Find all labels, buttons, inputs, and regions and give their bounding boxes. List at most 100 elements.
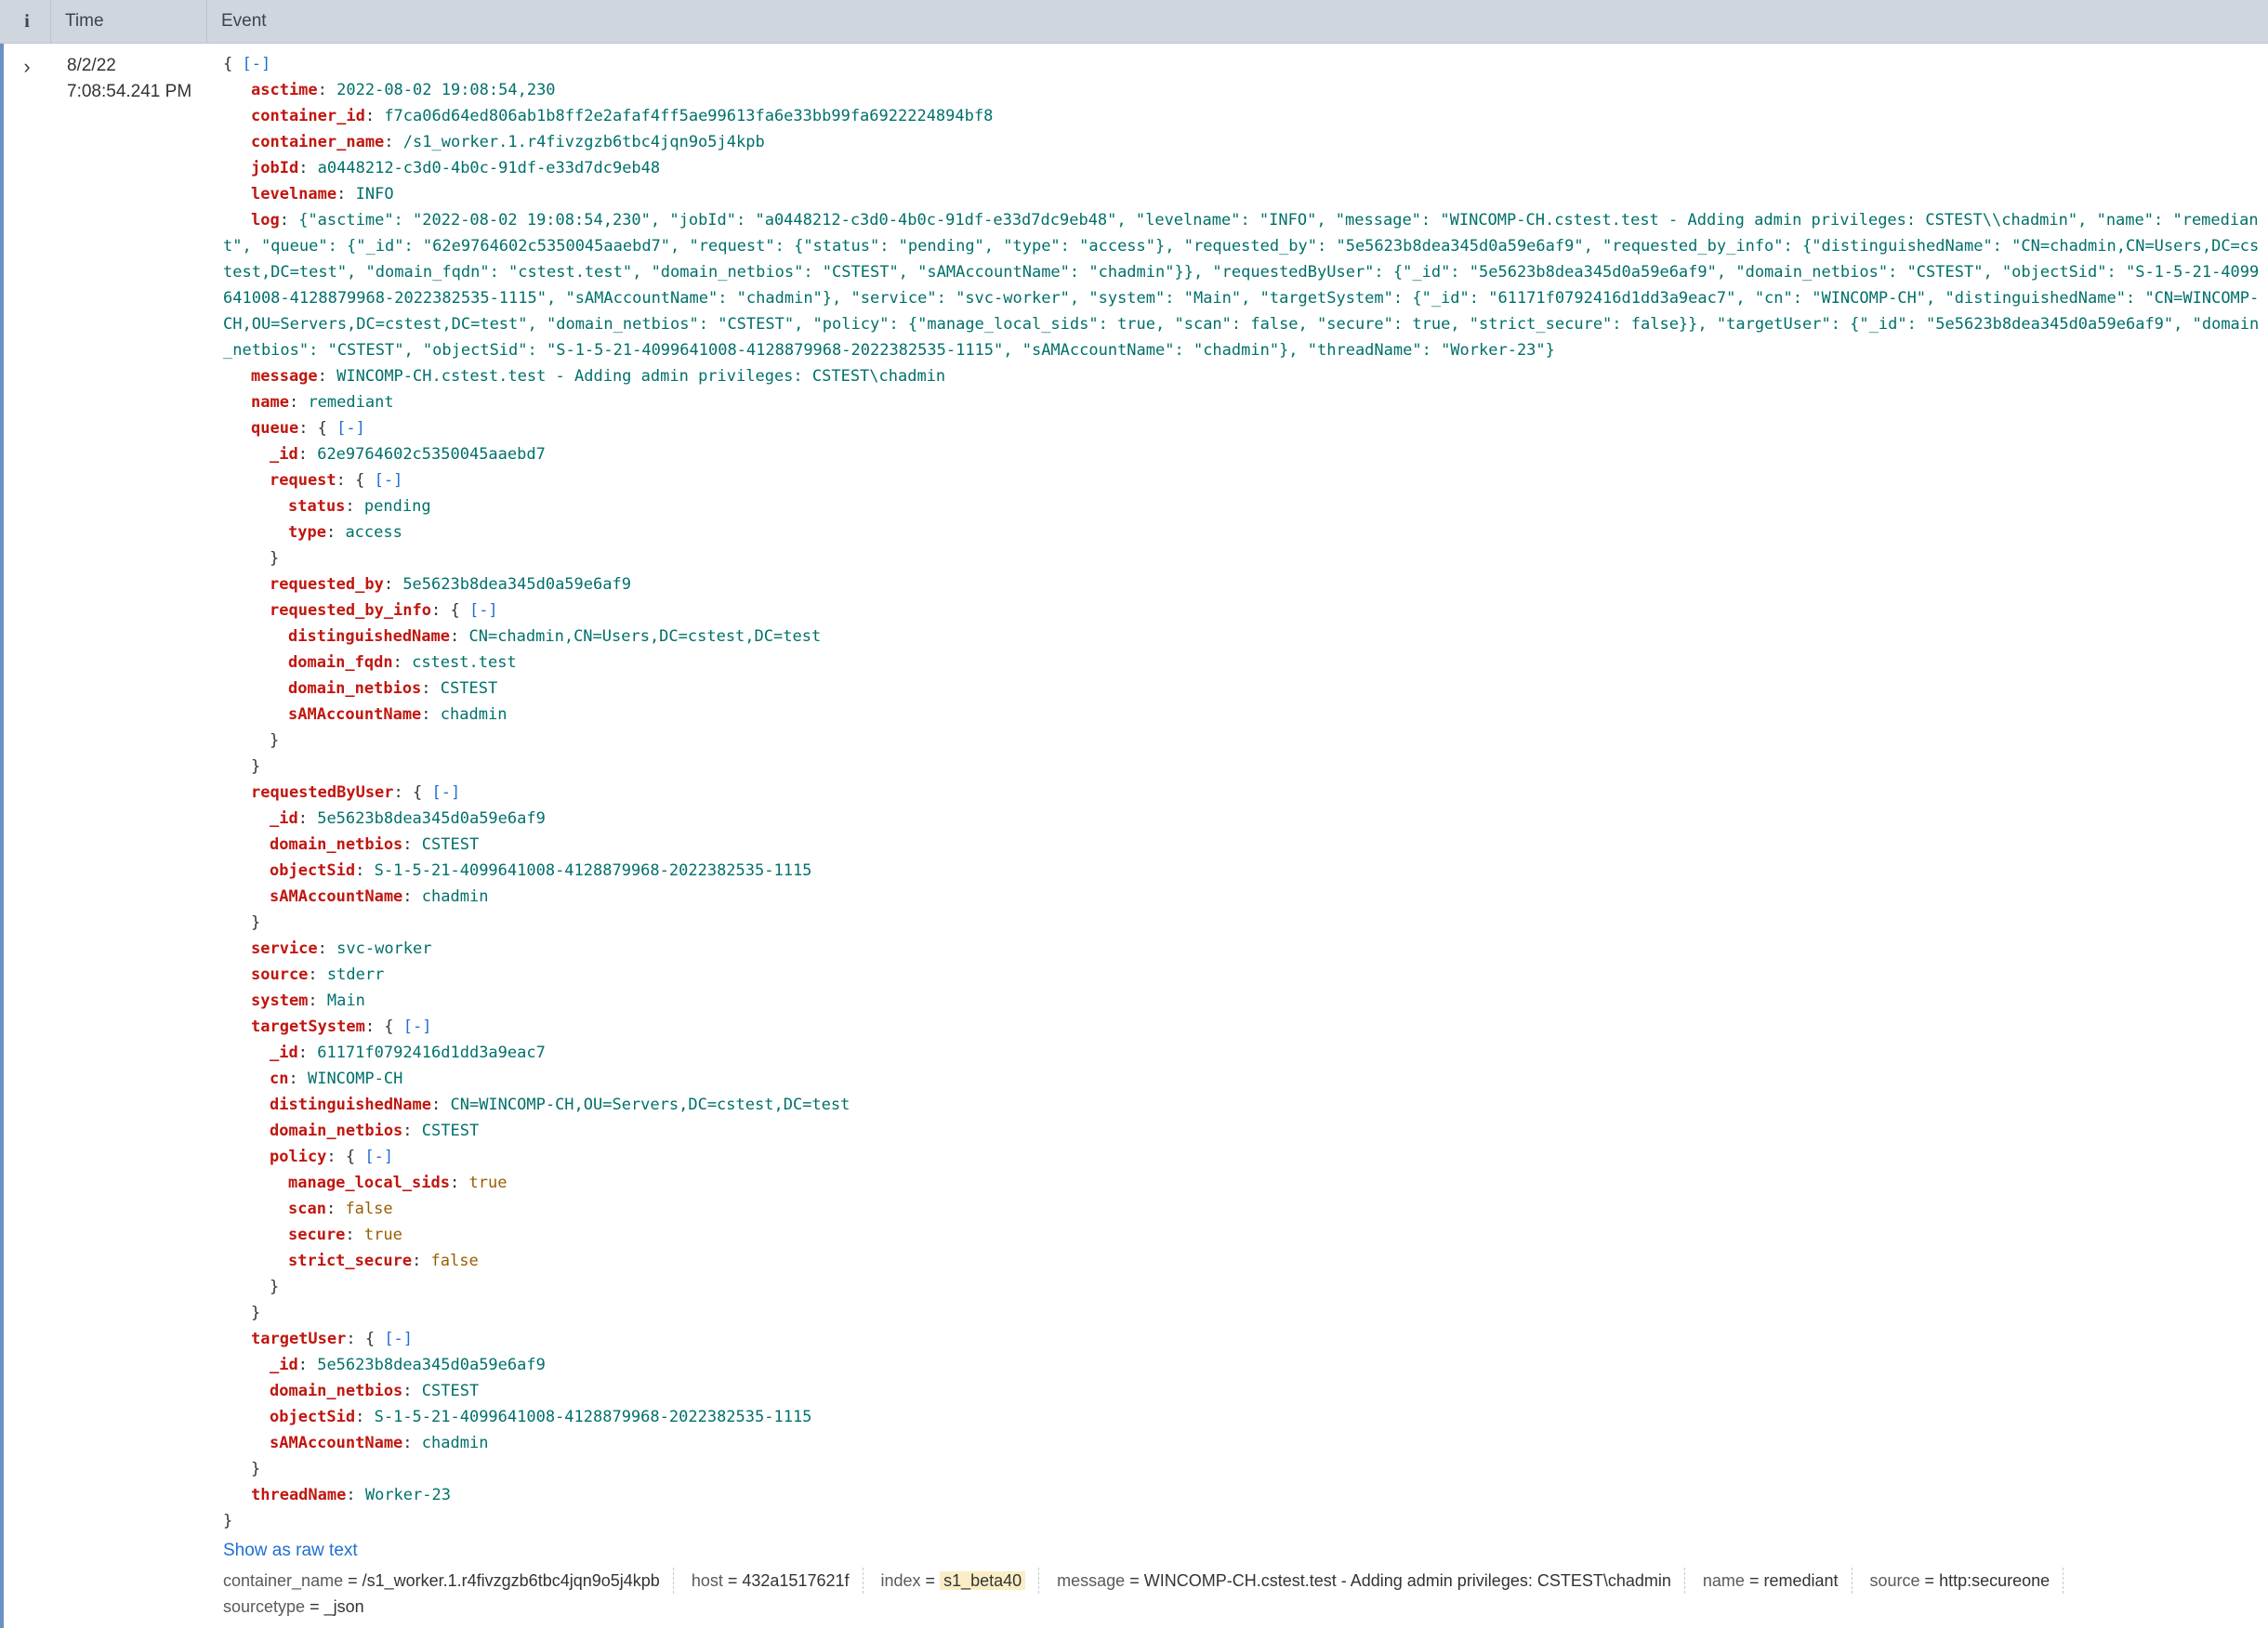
json-key: asctime xyxy=(251,81,318,99)
json-key: requestedByUser xyxy=(251,783,394,802)
log-line: log: {"asctime": "2022-08-02 19:08:54,23… xyxy=(223,211,2260,360)
json-key: domain_fqdn xyxy=(288,653,393,672)
json-value[interactable]: 5e5623b8dea345d0a59e6af9 xyxy=(317,809,546,828)
json-value[interactable]: S-1-5-21-4099641008-4128879968-202238253… xyxy=(375,861,812,880)
json-boolean[interactable]: false xyxy=(345,1200,392,1218)
json-key: sAMAccountName xyxy=(288,705,422,724)
selected-fields: container_name = /s1_worker.1.r4fivzgzb6… xyxy=(223,1568,2263,1620)
table-header: i Time Event xyxy=(0,0,2268,44)
json-value[interactable]: Worker-23 xyxy=(365,1486,451,1504)
field-index[interactable]: index = s1_beta40 xyxy=(881,1568,1040,1594)
field-sourcetype[interactable]: sourcetype = _json xyxy=(223,1594,377,1620)
json-tree: { [-] asctime: 2022-08-02 19:08:54,230 c… xyxy=(223,51,2263,1534)
json-boolean[interactable]: true xyxy=(468,1174,507,1192)
json-key: distinguishedName xyxy=(270,1096,431,1114)
json-value[interactable]: 2022-08-02 19:08:54,230 xyxy=(336,81,555,99)
json-key: sAMAccountName xyxy=(270,1434,403,1452)
json-value[interactable]: 5e5623b8dea345d0a59e6af9 xyxy=(402,575,631,594)
event-date: 8/2/22 xyxy=(67,56,116,75)
json-value[interactable]: CSTEST xyxy=(422,1382,479,1400)
json-value[interactable]: chadmin xyxy=(422,887,489,906)
column-divider[interactable] xyxy=(206,0,207,43)
collapse-toggle[interactable]: [-] xyxy=(242,55,270,73)
json-value[interactable]: CSTEST xyxy=(422,835,479,854)
json-key: domain_netbios xyxy=(270,1382,403,1400)
json-value[interactable]: svc-worker xyxy=(336,939,431,958)
collapse-toggle[interactable]: [-] xyxy=(469,601,498,620)
show-raw-text-link[interactable]: Show as raw text xyxy=(223,1536,2263,1566)
event-column-header[interactable]: Event xyxy=(208,0,2268,43)
json-key: domain_netbios xyxy=(270,835,403,854)
collapse-toggle[interactable]: [-] xyxy=(375,471,403,490)
json-key: request xyxy=(270,471,336,490)
json-value[interactable]: remediant xyxy=(308,393,393,412)
field-message[interactable]: message = WINCOMP-CH.cstest.test - Addin… xyxy=(1057,1568,1685,1594)
json-key: service xyxy=(251,939,318,958)
event-row: › 8/2/22 7:08:54.241 PM { [-] asctime: 2… xyxy=(0,44,2268,1628)
json-key: message xyxy=(251,367,318,386)
json-value-log[interactable]: {"asctime": "2022-08-02 19:08:54,230", "… xyxy=(223,211,2259,360)
json-key: domain_netbios xyxy=(270,1122,403,1140)
json-value[interactable]: 61171f0792416d1dd3a9eac7 xyxy=(317,1044,546,1062)
json-key: queue xyxy=(251,419,299,438)
json-key: system xyxy=(251,991,309,1010)
json-key: status xyxy=(288,497,346,516)
json-value[interactable]: INFO xyxy=(356,185,394,204)
json-value[interactable]: pending xyxy=(364,497,431,516)
json-boolean[interactable]: true xyxy=(364,1226,402,1244)
json-value[interactable]: stderr xyxy=(327,965,384,984)
json-value[interactable]: 62e9764602c5350045aaebd7 xyxy=(317,445,546,464)
json-value[interactable]: CSTEST xyxy=(422,1122,479,1140)
info-column-header[interactable]: i xyxy=(4,0,50,43)
json-value[interactable]: CN=chadmin,CN=Users,DC=cstest,DC=test xyxy=(468,627,821,646)
json-value[interactable]: f7ca06d64ed806ab1b8ff2e2afaf4ff5ae99613f… xyxy=(384,107,993,125)
json-key: objectSid xyxy=(270,1408,356,1426)
json-value[interactable]: chadmin xyxy=(441,705,508,724)
json-key: log xyxy=(251,211,280,230)
json-key: jobId xyxy=(251,159,299,177)
json-value[interactable]: cstest.test xyxy=(412,653,517,672)
json-value[interactable]: CN=WINCOMP-CH,OU=Servers,DC=cstest,DC=te… xyxy=(450,1096,850,1114)
json-key: levelname xyxy=(251,185,337,204)
json-key: _id xyxy=(270,809,298,828)
json-value[interactable]: Main xyxy=(327,991,365,1010)
json-key: policy xyxy=(270,1148,327,1166)
field-container-name[interactable]: container_name = /s1_worker.1.r4fivzgzb6… xyxy=(223,1568,674,1594)
json-value[interactable]: a0448212-c3d0-4b0c-91df-e33d7dc9eb48 xyxy=(318,159,660,177)
event-timestamp[interactable]: 8/2/22 7:08:54.241 PM xyxy=(67,53,191,105)
json-key: targetSystem xyxy=(251,1018,365,1036)
json-key: _id xyxy=(270,445,298,464)
json-value[interactable]: WINCOMP-CH.cstest.test - Adding admin pr… xyxy=(336,367,945,386)
json-boolean[interactable]: false xyxy=(431,1252,479,1270)
json-key: targetUser xyxy=(251,1330,347,1348)
json-value[interactable]: 5e5623b8dea345d0a59e6af9 xyxy=(317,1356,546,1374)
chevron-right-icon[interactable]: › xyxy=(13,53,41,81)
json-key: _id xyxy=(270,1044,298,1062)
json-key: secure xyxy=(288,1226,346,1244)
collapse-toggle[interactable]: [-] xyxy=(403,1018,432,1036)
collapse-toggle[interactable]: [-] xyxy=(431,783,460,802)
json-value[interactable]: access xyxy=(345,523,402,542)
time-column-header[interactable]: Time xyxy=(52,0,206,43)
json-key: scan xyxy=(288,1200,326,1218)
json-value[interactable]: WINCOMP-CH xyxy=(308,1070,402,1088)
collapse-toggle[interactable]: [-] xyxy=(336,419,365,438)
json-key: cn xyxy=(270,1070,289,1088)
json-value[interactable]: chadmin xyxy=(422,1434,489,1452)
json-value[interactable]: CSTEST xyxy=(441,679,497,698)
json-key: sAMAccountName xyxy=(270,887,403,906)
field-host[interactable]: host = 432a1517621f xyxy=(692,1568,864,1594)
json-value[interactable]: S-1-5-21-4099641008-4128879968-202238253… xyxy=(375,1408,812,1426)
field-name[interactable]: name = remediant xyxy=(1703,1568,1853,1594)
json-key: type xyxy=(288,523,326,542)
collapse-toggle[interactable]: [-] xyxy=(364,1148,393,1166)
event-content: { [-] asctime: 2022-08-02 19:08:54,230 c… xyxy=(223,51,2263,1620)
json-value[interactable]: /s1_worker.1.r4fivzgzb6tbc4jqn9o5j4kpb xyxy=(403,133,765,151)
json-key: manage_local_sids xyxy=(288,1174,450,1192)
json-key: distinguishedName xyxy=(288,627,450,646)
event-viewer: i Time Event › 8/2/22 7:08:54.241 PM { [… xyxy=(0,0,2268,1628)
collapse-toggle[interactable]: [-] xyxy=(384,1330,413,1348)
field-source[interactable]: source = http:secureone xyxy=(1870,1568,2064,1594)
column-divider[interactable] xyxy=(50,0,51,43)
json-key: strict_secure xyxy=(288,1252,413,1270)
